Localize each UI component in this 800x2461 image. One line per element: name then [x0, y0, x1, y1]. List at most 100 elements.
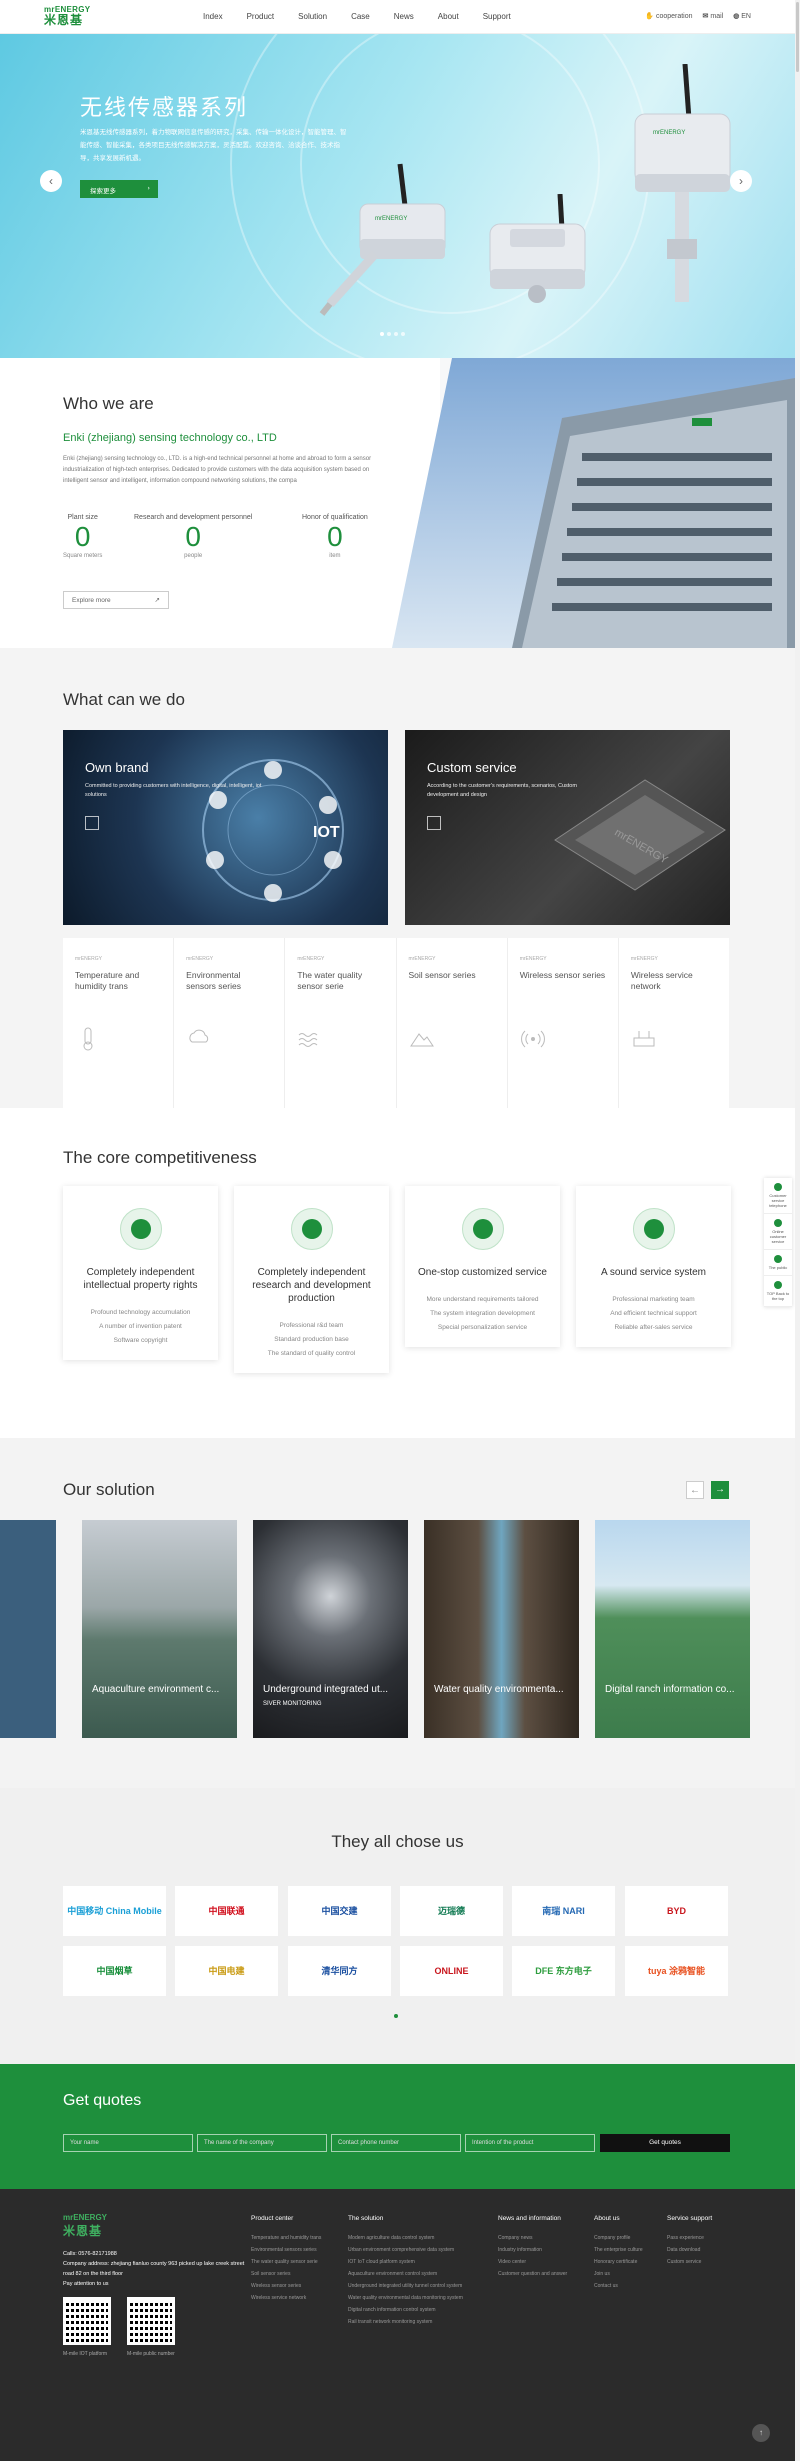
pagination-dot[interactable] — [401, 332, 405, 336]
nav-support[interactable]: Support — [483, 12, 511, 21]
footer-link[interactable]: Environmental sensors series — [251, 2244, 321, 2256]
custom-service-card[interactable]: mrENERGY Custom service According to the… — [405, 730, 730, 925]
solution-prev-button[interactable]: ← — [686, 1481, 704, 1499]
nav-product[interactable]: Product — [247, 12, 275, 21]
product-category[interactable]: mrENERGY The water quality sensor serie — [285, 938, 397, 1108]
explore-button[interactable]: 探索更多 › — [80, 180, 158, 198]
footer-logo[interactable]: mrENERGY 米恩基 — [63, 2213, 107, 2239]
footer-link[interactable]: Modern agriculture data control system — [348, 2232, 463, 2244]
solution-card[interactable]: Underground integrated ut... SIVER MONIT… — [253, 1520, 408, 1738]
footer-follow: Pay attention to us — [63, 2281, 109, 2287]
footer-link[interactable]: Industry information — [498, 2244, 567, 2256]
client-logo: 南瑞 NARI — [512, 1886, 615, 1936]
explore-more-button[interactable]: Explore more ↗ — [63, 591, 169, 609]
mail-link[interactable]: ✉ mail — [703, 12, 724, 20]
clients-pagination-dot[interactable] — [394, 2014, 398, 2018]
solution-card-subtitle: SIVER MONITORING — [263, 1701, 322, 1707]
logo[interactable]: mrENERGY 米恩基 — [44, 5, 104, 29]
banner-pagination — [380, 332, 408, 336]
stat-title: Honor of qualification — [302, 514, 368, 521]
footer-link[interactable]: Rail transit network monitoring system — [348, 2316, 463, 2328]
phone-service-button[interactable]: Customer service telephone — [764, 1178, 792, 1214]
footer-link[interactable]: Water quality environmental data monitor… — [348, 2292, 463, 2304]
scrollbar-thumb[interactable] — [796, 2, 799, 72]
name-input[interactable]: Your name — [63, 2134, 193, 2152]
stat-plant-size: Plant size 0 Square meters — [63, 514, 102, 559]
core-card-line: Software copyright — [113, 1337, 168, 1344]
footer-link[interactable]: The water quality sensor serie — [251, 2256, 321, 2268]
water-icon — [298, 1033, 318, 1047]
cooperation-link[interactable]: ✋ cooperation — [645, 12, 692, 20]
footer-link[interactable]: Digital ranch information control system — [348, 2304, 463, 2316]
own-brand-card[interactable]: IOT Own brand Committed to providing cus… — [63, 730, 388, 925]
card-arrow-icon[interactable] — [427, 816, 441, 830]
product-category[interactable]: mrENERGY Wireless sensor series — [508, 938, 619, 1108]
solution-next-button[interactable]: → — [711, 1481, 729, 1499]
core-card: A sound service system Professional mark… — [576, 1186, 731, 1347]
footer-link[interactable]: Contact us — [594, 2280, 643, 2292]
chip-image: mrENERGY — [554, 779, 726, 891]
sensor-device-image — [489, 194, 586, 303]
public-account-button[interactable]: The public — [764, 1250, 792, 1276]
footer-link[interactable]: Honorary certificate — [594, 2256, 643, 2268]
footer-link[interactable]: Custom service — [667, 2256, 712, 2268]
category-name: Wireless sensor series — [519, 970, 606, 980]
arrow-icon: › — [147, 184, 150, 192]
footer-link[interactable]: The enterprise culture — [594, 2244, 643, 2256]
nav-about[interactable]: About — [438, 12, 459, 21]
solution-card-partial[interactable] — [0, 1520, 56, 1738]
footer-link[interactable]: Video center — [498, 2256, 567, 2268]
pagination-dot[interactable] — [387, 332, 391, 336]
solution-card[interactable]: Water quality environmenta... — [424, 1520, 579, 1738]
solution-card[interactable]: Digital ranch information co... — [595, 1520, 750, 1738]
solution-heading: Our solution — [63, 1480, 155, 1499]
product-category[interactable]: mrENERGY Soil sensor series — [397, 938, 508, 1108]
core-card-line: Standard production base — [274, 1336, 349, 1343]
footer-link[interactable]: Data download — [667, 2244, 712, 2256]
side-top-button[interactable]: TOP Back to the top — [764, 1276, 792, 1307]
footer-link[interactable]: Underground integrated utility tunnel co… — [348, 2280, 463, 2292]
mail-icon: ✉ — [702, 13, 709, 20]
footer-link[interactable]: Company profile — [594, 2232, 643, 2244]
footer-link[interactable]: Temperature and humidity trans — [251, 2232, 321, 2244]
product-category[interactable]: mrENERGY Environmental sensors series — [174, 938, 286, 1108]
solution-card[interactable]: Aquaculture environment c... — [82, 1520, 237, 1738]
company-input[interactable]: The name of the company — [197, 2134, 327, 2152]
get-quotes-button[interactable]: Get quotes — [600, 2134, 730, 2152]
language-link[interactable]: ◍ EN — [733, 12, 751, 20]
online-service-button[interactable]: Online customer service — [764, 1214, 792, 1250]
product-categories: mrENERGY Temperature and humidity trans … — [63, 938, 729, 1108]
nav-index[interactable]: Index — [203, 12, 223, 21]
footer-link[interactable]: Company news — [498, 2232, 567, 2244]
product-category[interactable]: mrENERGY Wireless service network — [619, 938, 729, 1108]
footer-link[interactable]: Aquaculture environment control system — [348, 2268, 463, 2280]
header-tools: ✋ cooperation ✉ mail ◍ EN — [635, 12, 751, 20]
nav-case[interactable]: Case — [351, 12, 370, 21]
footer-link[interactable]: Wireless sensor series — [251, 2280, 321, 2292]
patent-icon — [119, 1208, 162, 1250]
qr-label: M-mile IOT platform — [63, 2351, 108, 2357]
back-to-top-button[interactable]: ↑ — [752, 2424, 770, 2442]
product-intention-input[interactable]: Intention of the product — [465, 2134, 595, 2152]
phone-input[interactable]: Contact phone number — [331, 2134, 461, 2152]
card-arrow-icon[interactable] — [85, 816, 99, 830]
footer-link[interactable]: Join us — [594, 2268, 643, 2280]
footer-link[interactable]: IOT IoT cloud platform system — [348, 2256, 463, 2268]
client-logo: BYD — [625, 1886, 728, 1936]
footer-link[interactable]: Wireless service network — [251, 2292, 321, 2304]
pagination-dot[interactable] — [394, 332, 398, 336]
nav-solution[interactable]: Solution — [298, 12, 327, 21]
core-card-title: One-stop customized service — [418, 1267, 547, 1278]
pagination-dot[interactable] — [380, 332, 384, 336]
nav-news[interactable]: News — [394, 12, 414, 21]
footer-link[interactable]: Customer question and answer — [498, 2268, 567, 2280]
card-title: Custom service — [427, 760, 517, 775]
footer-link[interactable]: Soil sensor series — [251, 2268, 321, 2280]
core-card-line: The standard of quality control — [267, 1350, 356, 1357]
footer-link[interactable]: Pass experience — [667, 2232, 712, 2244]
banner-prev-button[interactable]: ‹ — [40, 170, 62, 192]
footer-link[interactable]: Urban environment comprehensive data sys… — [348, 2244, 463, 2256]
page-scrollbar[interactable] — [795, 0, 800, 2461]
product-category[interactable]: mrENERGY Temperature and humidity trans — [63, 938, 175, 1108]
network-icon — [632, 1208, 675, 1250]
